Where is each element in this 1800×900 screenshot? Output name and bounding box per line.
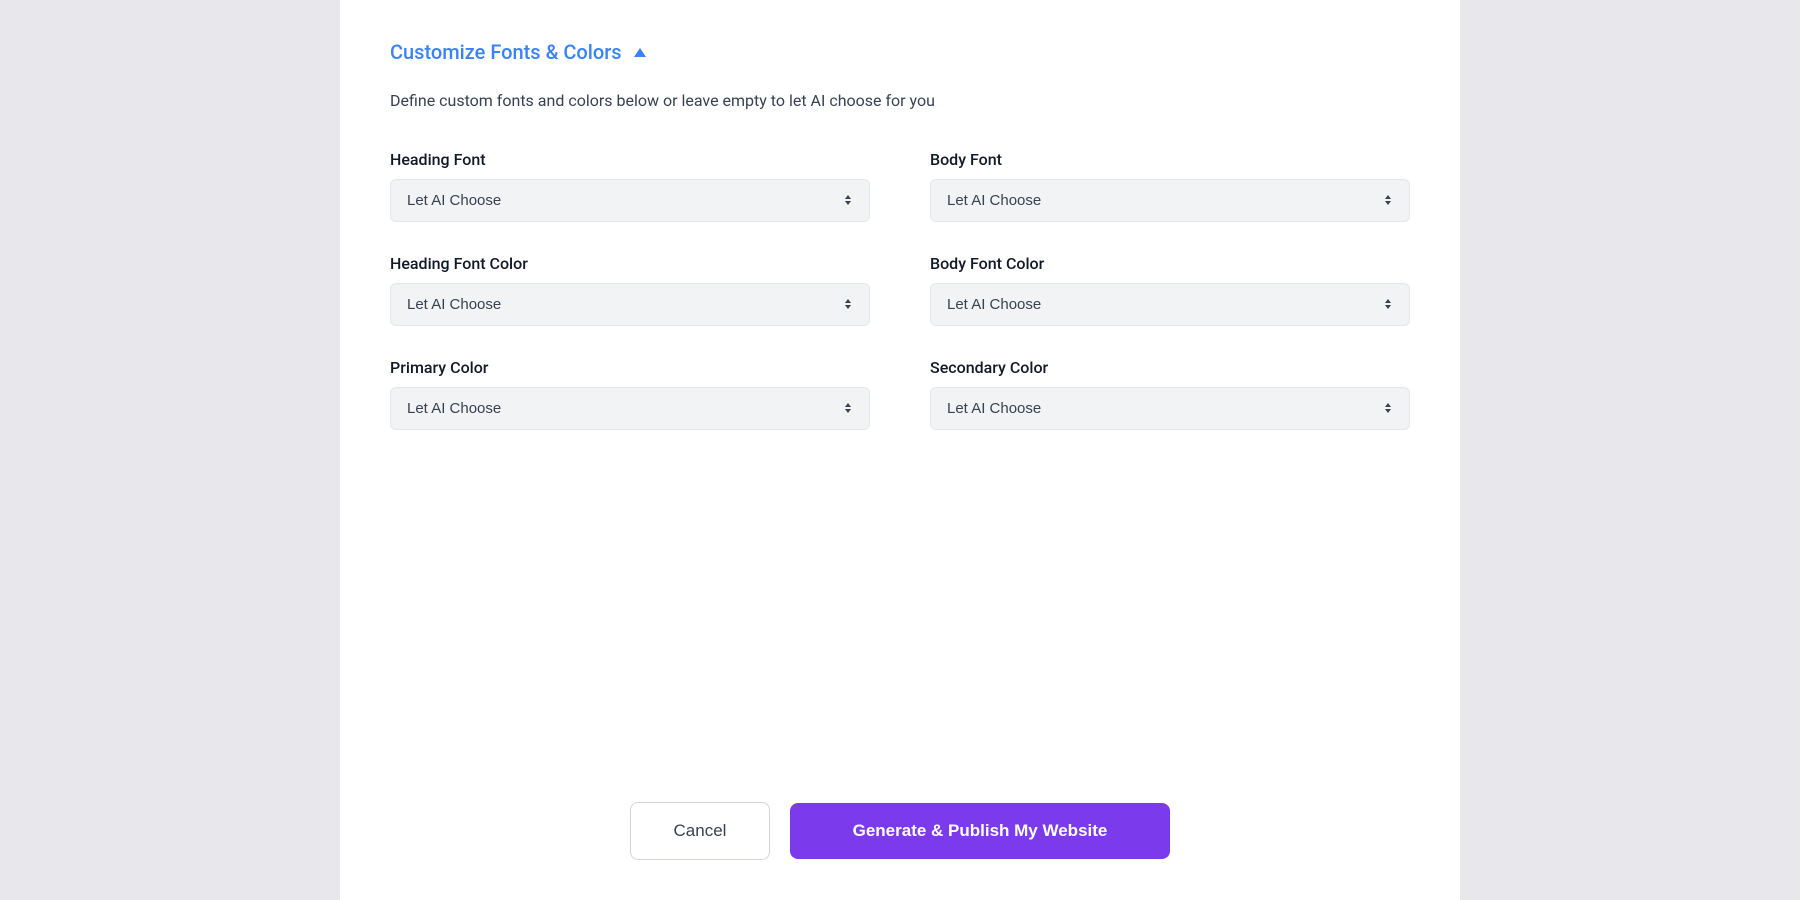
body-font-color-select[interactable]: Let AI Choose Black White Dark Gray Navy… bbox=[930, 283, 1410, 326]
form-grid: Heading Font Let AI Choose Arial Georgia… bbox=[390, 150, 1410, 430]
primary-color-label: Primary Color bbox=[390, 358, 870, 377]
heading-font-color-group: Heading Font Color Let AI Choose Black W… bbox=[390, 254, 870, 326]
right-panel bbox=[1460, 0, 1800, 900]
body-font-label: Body Font bbox=[930, 150, 1410, 169]
collapse-icon[interactable] bbox=[634, 48, 646, 57]
cancel-button[interactable]: Cancel bbox=[630, 802, 770, 860]
section-header: Customize Fonts & Colors bbox=[390, 40, 1410, 64]
body-font-color-group: Body Font Color Let AI Choose Black Whit… bbox=[930, 254, 1410, 326]
body-font-group: Body Font Let AI Choose Arial Georgia Ro… bbox=[930, 150, 1410, 222]
generate-publish-button[interactable]: Generate & Publish My Website bbox=[790, 803, 1170, 859]
secondary-color-label: Secondary Color bbox=[930, 358, 1410, 377]
primary-color-group: Primary Color Let AI Choose Blue Green R… bbox=[390, 358, 870, 430]
main-card: Customize Fonts & Colors Define custom f… bbox=[340, 0, 1460, 900]
button-row: Cancel Generate & Publish My Website bbox=[390, 782, 1410, 860]
section-title[interactable]: Customize Fonts & Colors bbox=[390, 40, 622, 64]
page-wrapper: Customize Fonts & Colors Define custom f… bbox=[0, 0, 1800, 900]
heading-font-select[interactable]: Let AI Choose Arial Georgia Roboto Open … bbox=[390, 179, 870, 222]
left-panel bbox=[0, 0, 340, 900]
section-description: Define custom fonts and colors below or … bbox=[390, 88, 1410, 114]
secondary-color-select[interactable]: Let AI Choose Blue Green Red Purple Oran… bbox=[930, 387, 1410, 430]
heading-font-group: Heading Font Let AI Choose Arial Georgia… bbox=[390, 150, 870, 222]
heading-font-label: Heading Font bbox=[390, 150, 870, 169]
secondary-color-group: Secondary Color Let AI Choose Blue Green… bbox=[930, 358, 1410, 430]
primary-color-select[interactable]: Let AI Choose Blue Green Red Purple Oran… bbox=[390, 387, 870, 430]
body-font-color-label: Body Font Color bbox=[930, 254, 1410, 273]
heading-font-color-select[interactable]: Let AI Choose Black White Dark Gray Navy… bbox=[390, 283, 870, 326]
body-font-select[interactable]: Let AI Choose Arial Georgia Roboto Open … bbox=[930, 179, 1410, 222]
heading-font-color-label: Heading Font Color bbox=[390, 254, 870, 273]
